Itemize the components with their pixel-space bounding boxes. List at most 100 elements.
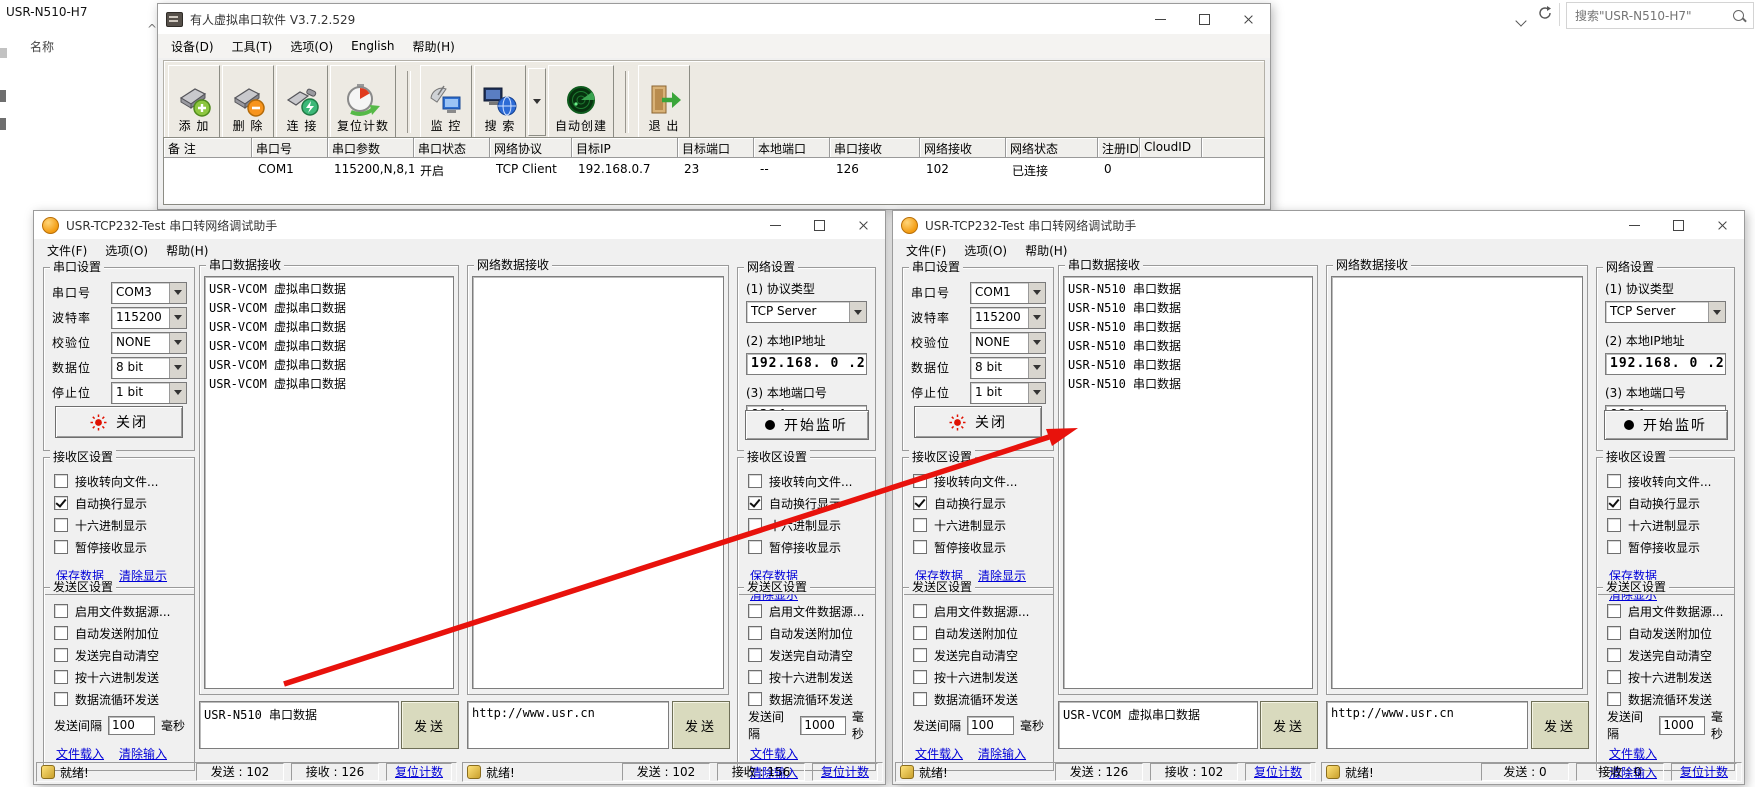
checkbox-row[interactable]: 按十六进制发送 — [738, 666, 875, 688]
search-icon[interactable] — [1733, 10, 1744, 21]
checkbox-row[interactable]: 自动发送附加位 — [1597, 622, 1734, 644]
menu-item[interactable]: 选项(O) — [96, 239, 157, 262]
checkbox[interactable] — [54, 540, 68, 554]
minimize-button[interactable] — [1612, 211, 1656, 239]
column-header[interactable]: 串口号 — [252, 138, 328, 158]
column-header[interactable]: 目标端口 — [678, 138, 754, 158]
start-listen-button[interactable]: 开始监听 — [745, 410, 869, 440]
maximize-button[interactable] — [1656, 211, 1700, 239]
checkbox-row[interactable]: 暂停接收显示 — [903, 536, 1053, 558]
menu-item[interactable]: 文件(F) — [897, 239, 955, 262]
checkbox-row[interactable]: 暂停接收显示 — [738, 536, 875, 558]
checkbox[interactable] — [913, 626, 927, 640]
window-titlebar[interactable]: USR-TCP232-Test 串口转网络调试助手 — [893, 211, 1744, 239]
combobox-dropdown-button[interactable] — [169, 383, 186, 403]
checkbox[interactable] — [1607, 670, 1621, 684]
checkbox-row[interactable]: 十六进制显示 — [738, 514, 875, 536]
checkbox-row[interactable]: 自动发送附加位 — [44, 622, 194, 644]
checkbox[interactable] — [748, 648, 762, 662]
checkbox[interactable] — [1607, 626, 1621, 640]
toolbar-search-button[interactable]: 搜 索 — [474, 65, 526, 138]
minimize-button[interactable] — [753, 211, 797, 239]
checkbox[interactable] — [913, 648, 927, 662]
local-ip-input[interactable]: 192.168. 0 .201 — [1605, 353, 1726, 375]
checkbox[interactable] — [913, 496, 927, 510]
action-link[interactable]: 文件载入 — [56, 747, 104, 761]
column-header[interactable]: 串口接收 — [830, 138, 920, 158]
field-combobox[interactable]: 115200 — [111, 307, 187, 329]
checkbox-row[interactable]: 自动换行显示 — [903, 492, 1053, 514]
action-link[interactable]: 清除输入 — [119, 747, 167, 761]
network-receive-area[interactable] — [472, 276, 724, 689]
checkbox-row[interactable]: 启用文件数据源... — [738, 600, 875, 622]
interval-input[interactable]: 100 — [967, 716, 1014, 735]
menu-item[interactable]: English — [342, 36, 403, 56]
checkbox[interactable] — [1607, 496, 1621, 510]
close-button[interactable] — [1226, 4, 1270, 34]
checkbox[interactable] — [1607, 648, 1621, 662]
search-input[interactable] — [1567, 8, 1733, 24]
toolbar-connect-button[interactable]: 连 接 — [276, 65, 328, 138]
checkbox[interactable] — [913, 518, 927, 532]
checkbox-row[interactable]: 按十六进制发送 — [1597, 666, 1734, 688]
serial-receive-area[interactable]: USR-N510 串口数据USR-N510 串口数据USR-N510 串口数据U… — [1063, 276, 1313, 689]
action-link[interactable]: 清除输入 — [978, 747, 1026, 761]
column-header[interactable]: 网络协议 — [490, 138, 572, 158]
start-listen-button[interactable]: 开始监听 — [1604, 410, 1728, 440]
scroll-up-glyph[interactable]: ^ — [147, 22, 157, 36]
reset-count-link[interactable]: 复位计数 — [812, 763, 878, 781]
checkbox-row[interactable]: 自动发送附加位 — [903, 622, 1053, 644]
checkbox-row[interactable]: 数据流循环发送 — [903, 688, 1053, 710]
checkbox-row[interactable]: 十六进制显示 — [1597, 514, 1734, 536]
menu-item[interactable]: 选项(O) — [281, 35, 342, 58]
field-combobox[interactable]: 1 bit — [111, 382, 187, 404]
checkbox[interactable] — [913, 474, 927, 488]
combobox-dropdown-button[interactable] — [1028, 308, 1045, 328]
menu-item[interactable]: 设备(D) — [162, 35, 223, 58]
toolbar-delete-button[interactable]: 删 除 — [222, 65, 274, 138]
checkbox[interactable] — [913, 670, 927, 684]
network-send-input[interactable]: http://www.usr.cn — [1326, 701, 1528, 749]
minimize-button[interactable] — [1138, 4, 1182, 34]
checkbox-row[interactable]: 自动发送附加位 — [738, 622, 875, 644]
serial-close-button[interactable]: 关闭 — [914, 406, 1042, 438]
checkbox[interactable] — [54, 474, 68, 488]
network-receive-area[interactable] — [1331, 276, 1583, 689]
combobox-dropdown-button[interactable] — [169, 333, 186, 353]
maximize-button[interactable] — [797, 211, 841, 239]
protocol-combobox[interactable]: TCP Server — [746, 301, 867, 323]
network-send-button[interactable]: 发送 — [1531, 701, 1589, 749]
network-send-button[interactable]: 发送 — [672, 701, 730, 749]
field-combobox[interactable]: 115200 — [970, 307, 1046, 329]
checkbox[interactable] — [1607, 604, 1621, 618]
checkbox-row[interactable]: 数据流循环发送 — [44, 688, 194, 710]
checkbox[interactable] — [54, 648, 68, 662]
checkbox[interactable] — [54, 626, 68, 640]
serial-close-button[interactable]: 关闭 — [55, 406, 183, 438]
checkbox-row[interactable]: 接收转向文件... — [1597, 470, 1734, 492]
toolbar-reset-count-button[interactable]: 复位计数 — [330, 65, 396, 138]
combobox-dropdown-button[interactable] — [169, 308, 186, 328]
checkbox[interactable] — [54, 670, 68, 684]
column-header[interactable]: 注册ID — [1098, 138, 1140, 158]
column-header[interactable]: 本地端口 — [754, 138, 830, 158]
field-combobox[interactable]: COM1 — [970, 282, 1046, 304]
checkbox[interactable] — [913, 604, 927, 618]
checkbox-row[interactable]: 暂停接收显示 — [44, 536, 194, 558]
interval-input[interactable]: 1000 — [1659, 716, 1705, 735]
checkbox-row[interactable]: 十六进制显示 — [903, 514, 1053, 536]
checkbox[interactable] — [54, 518, 68, 532]
checkbox[interactable] — [1607, 518, 1621, 532]
checkbox[interactable] — [748, 496, 762, 510]
checkbox[interactable] — [54, 692, 68, 706]
checkbox[interactable] — [748, 670, 762, 684]
checkbox[interactable] — [748, 626, 762, 640]
checkbox-row[interactable]: 发送完自动清空 — [903, 644, 1053, 666]
network-send-input[interactable]: http://www.usr.cn — [467, 701, 669, 749]
reset-count-link[interactable]: 复位计数 — [1671, 763, 1737, 781]
checkbox[interactable] — [748, 540, 762, 554]
column-header[interactable]: CloudID — [1140, 138, 1202, 158]
maximize-button[interactable] — [1182, 4, 1226, 34]
checkbox-row[interactable]: 自动换行显示 — [738, 492, 875, 514]
column-header[interactable]: 串口参数 — [328, 138, 414, 158]
